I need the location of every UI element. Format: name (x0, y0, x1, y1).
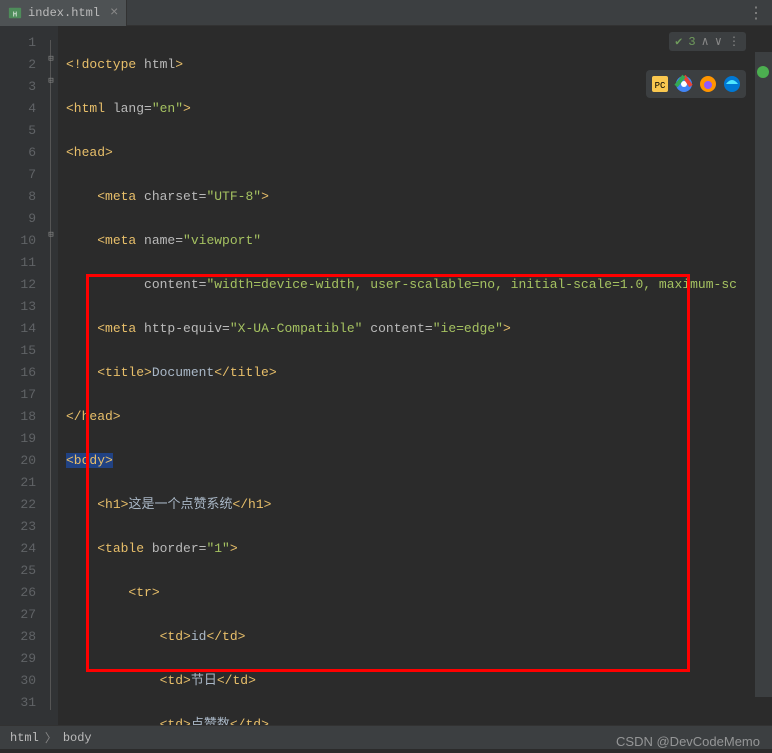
line-number: 19 (0, 428, 36, 450)
code-line[interactable]: <title>Document</title> (66, 362, 772, 384)
ide-preview-icon[interactable]: PC (650, 74, 670, 94)
file-tab[interactable]: H index.html × (0, 0, 127, 26)
svg-text:PC: PC (655, 81, 666, 91)
chrome-icon[interactable] (674, 74, 694, 94)
code-line[interactable]: <meta name="viewport" (66, 230, 772, 252)
editor-area: 1 2 3 4 5 6 7 8 9 10 11 12 13 14 15 16 1… (0, 26, 772, 725)
code-line[interactable]: <head> (66, 142, 772, 164)
warning-check-icon: ✔ (675, 34, 682, 49)
line-number: 12 (0, 274, 36, 296)
line-number: 20 (0, 450, 36, 472)
fold-toggle-icon[interactable]: ⊟ (46, 230, 56, 240)
code-area[interactable]: <!doctype html> <html lang="en"> <head> … (58, 26, 772, 725)
tab-bar: H index.html × ⋮ (0, 0, 772, 26)
presence-icon (757, 66, 769, 78)
line-number: 6 (0, 142, 36, 164)
line-number: 14 (0, 318, 36, 340)
line-number: 27 (0, 604, 36, 626)
chevron-down-icon[interactable]: ∨ (715, 34, 722, 49)
line-number: 13 (0, 296, 36, 318)
line-number: 30 (0, 670, 36, 692)
watermark: CSDN @DevCodeMemo (616, 734, 760, 749)
close-icon[interactable]: × (110, 5, 118, 21)
tab-label: index.html (28, 6, 100, 20)
code-line[interactable]: <td>点赞数</td> (66, 714, 772, 725)
fold-toggle-icon[interactable]: ⊟ (46, 54, 56, 64)
line-number: 15 (0, 340, 36, 362)
line-number: 4 (0, 98, 36, 120)
line-number: 22 (0, 494, 36, 516)
line-number: 16 (0, 362, 36, 384)
code-line[interactable]: </head> (66, 406, 772, 428)
code-line[interactable]: <tr> (66, 582, 772, 604)
line-number: 11 (0, 252, 36, 274)
line-number: 2 (0, 54, 36, 76)
edge-icon[interactable] (722, 74, 742, 94)
fold-guide (50, 40, 51, 710)
scrollbar-track[interactable] (754, 52, 772, 697)
line-number: 5 (0, 120, 36, 142)
code-line[interactable]: <body> (66, 450, 772, 472)
code-line[interactable]: <td>id</td> (66, 626, 772, 648)
line-number: 29 (0, 648, 36, 670)
line-number: 31 (0, 692, 36, 714)
line-number: 17 (0, 384, 36, 406)
chevron-right-icon: 〉 (45, 729, 57, 746)
line-number: 7 (0, 164, 36, 186)
code-line[interactable]: <h1>这是一个点赞系统</h1> (66, 494, 772, 516)
firefox-icon[interactable] (698, 74, 718, 94)
svg-text:H: H (13, 11, 17, 19)
fold-gutter: ⊟ ⊟ ⊟ (46, 26, 58, 725)
breadcrumb-item[interactable]: html (10, 731, 39, 745)
line-number: 28 (0, 626, 36, 648)
line-number: 9 (0, 208, 36, 230)
line-number: 8 (0, 186, 36, 208)
code-line[interactable]: <meta charset="UTF-8"> (66, 186, 772, 208)
line-number: 25 (0, 560, 36, 582)
line-number: 18 (0, 406, 36, 428)
inspection-widget[interactable]: ✔ 3 ∧ ∨ ⋮ (669, 32, 746, 51)
line-number: 3 (0, 76, 36, 98)
chevron-up-icon[interactable]: ∧ (702, 34, 709, 49)
line-number: 1 (0, 32, 36, 54)
breadcrumb-item[interactable]: body (63, 731, 92, 745)
line-number: 21 (0, 472, 36, 494)
code-line[interactable]: <meta http-equiv="X-UA-Compatible" conte… (66, 318, 772, 340)
line-gutter: 1 2 3 4 5 6 7 8 9 10 11 12 13 14 15 16 1… (0, 26, 46, 725)
line-number: 26 (0, 582, 36, 604)
browser-preview-bar: PC (646, 70, 746, 98)
more-icon[interactable]: ⋮ (728, 34, 740, 49)
code-line[interactable]: <html lang="en"> (66, 98, 772, 120)
fold-toggle-icon[interactable]: ⊟ (46, 76, 56, 86)
more-icon[interactable]: ⋮ (748, 3, 764, 23)
line-number: 10 (0, 230, 36, 252)
inspection-count: 3 (688, 35, 695, 49)
line-number: 24 (0, 538, 36, 560)
code-line[interactable]: <td>节日</td> (66, 670, 772, 692)
line-number: 23 (0, 516, 36, 538)
code-line[interactable]: <table border="1"> (66, 538, 772, 560)
code-line[interactable]: content="width=device-width, user-scalab… (66, 274, 772, 296)
html-file-icon: H (8, 6, 22, 20)
